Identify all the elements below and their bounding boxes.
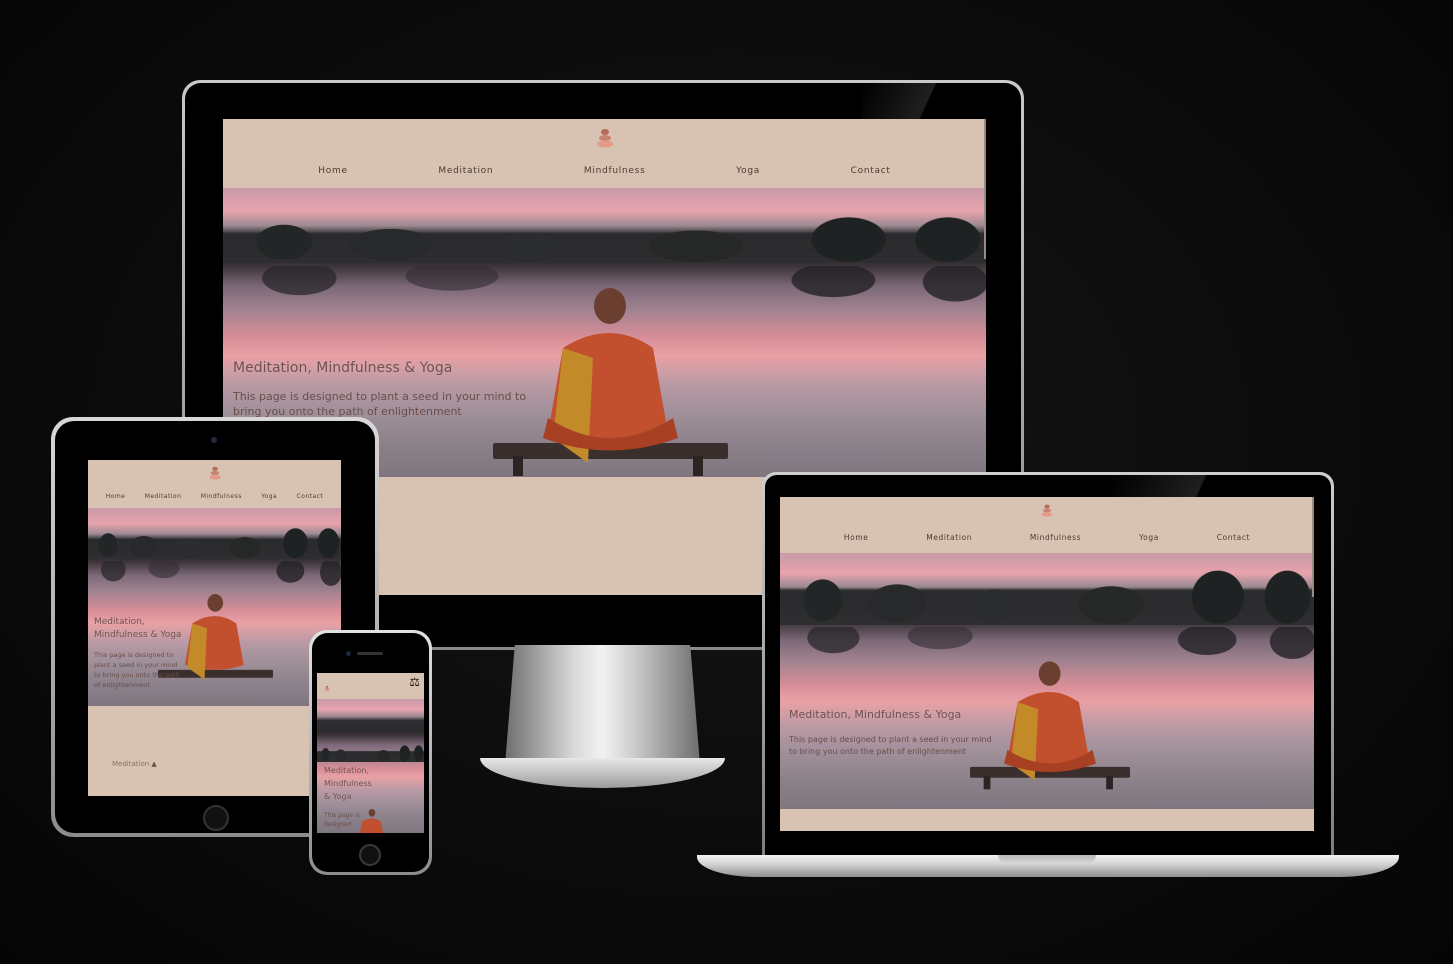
hero-image-phone: Meditation, Mindfulness & Yoga This page… [317, 699, 424, 833]
monk-figure [493, 288, 728, 477]
hero-text: This page is designed to plant a seed in… [233, 390, 527, 418]
laptop: Home Meditation Mindfulness Yoga Contact [762, 472, 1334, 857]
hero-text: This page is designed to plant a seed in… [94, 651, 180, 689]
meditation-icon: ▲ [151, 760, 157, 768]
phone-home-button[interactable] [359, 844, 381, 866]
nav-meditation[interactable]: Meditation [438, 166, 493, 176]
main-nav-laptop: Home Meditation Mindfulness Yoga Contact [780, 533, 1314, 542]
laptop-screen: Home Meditation Mindfulness Yoga Contact [780, 497, 1314, 831]
hero-title-line: & Yoga [324, 792, 352, 801]
stacked-stones-icon[interactable] [324, 677, 330, 692]
footer-meditation-link[interactable]: Meditation ▲ [112, 760, 157, 768]
nav-contact[interactable]: Contact [1217, 533, 1250, 542]
hero-title: Meditation, Mindfulness & Yoga [94, 616, 181, 642]
tablet-screen: Home Meditation Mindfulness Yoga Contact… [88, 460, 341, 796]
nav-mindfulness[interactable]: Mindfulness [201, 493, 242, 500]
footer-label: Meditation [112, 760, 150, 768]
laptop-notch [998, 855, 1096, 863]
phone-speaker [357, 652, 383, 655]
site-header-laptop: Home Meditation Mindfulness Yoga Contact [780, 497, 1314, 553]
tablet-camera [211, 437, 217, 443]
nav-home[interactable]: Home [844, 533, 869, 542]
hero-title: Meditation, Mindfulness & Yoga [324, 764, 372, 803]
phone-camera [346, 651, 351, 656]
hero-title-line: Mindfulness [324, 779, 372, 788]
nav-mindfulness[interactable]: Mindfulness [1030, 533, 1081, 542]
hero-title-line: Meditation, [94, 617, 145, 627]
scrollbar[interactable] [1312, 497, 1314, 597]
tree-line [223, 211, 986, 264]
nav-home[interactable]: Home [318, 166, 347, 176]
hero-title-line: Meditation, [324, 766, 370, 775]
nav-home[interactable]: Home [106, 493, 126, 500]
hero-title: Meditation, Mindfulness & Yoga [789, 708, 962, 721]
nav-yoga[interactable]: Yoga [736, 166, 760, 176]
stacked-stones-icon[interactable] [1041, 503, 1054, 518]
site-header: Home Meditation Mindfulness Yoga Contact [223, 119, 986, 188]
tree-line [317, 743, 424, 762]
site-header-tablet: Home Meditation Mindfulness Yoga Contact [88, 460, 341, 508]
hero-text: This page is designed [324, 812, 360, 828]
hero-image-laptop: Meditation, Mindfulness & Yoga This page… [780, 553, 1314, 809]
hero-title: Meditation, Mindfulness & Yoga [233, 360, 453, 376]
phone-screen: ⚖ Meditation, Mindfulness & Yoga This pa… [317, 673, 424, 833]
monitor-stand [505, 645, 700, 765]
monitor-base [480, 758, 725, 788]
stacked-stones-icon[interactable] [208, 465, 222, 481]
hero-text: This page is designed to plant a seed in… [789, 735, 992, 756]
site-header-phone: ⚖ [317, 673, 424, 699]
nav-yoga[interactable]: Yoga [261, 493, 277, 500]
nav-yoga[interactable]: Yoga [1139, 533, 1159, 542]
stacked-stones-icon[interactable] [595, 127, 615, 149]
tablet-home-button[interactable] [203, 805, 229, 831]
hero-image-tablet: Meditation, Mindfulness & Yoga This page… [88, 508, 341, 706]
hero-title-line: Mindfulness & Yoga [94, 630, 182, 640]
nav-contact[interactable]: Contact [851, 166, 891, 176]
phone: ⚖ Meditation, Mindfulness & Yoga This pa… [309, 630, 432, 875]
nav-contact[interactable]: Contact [297, 493, 324, 500]
main-nav: Home Meditation Mindfulness Yoga Contact [223, 166, 986, 176]
monk-figure [970, 645, 1130, 807]
nav-mindfulness[interactable]: Mindfulness [584, 166, 646, 176]
nav-meditation[interactable]: Meditation [145, 493, 182, 500]
tree-line [88, 523, 341, 560]
main-nav-tablet: Home Meditation Mindfulness Yoga Contact [88, 493, 341, 500]
tree-line [780, 563, 1314, 625]
scrollbar[interactable] [984, 119, 986, 259]
nav-meditation[interactable]: Meditation [926, 533, 972, 542]
balance-scale-icon[interactable]: ⚖ [409, 676, 420, 688]
